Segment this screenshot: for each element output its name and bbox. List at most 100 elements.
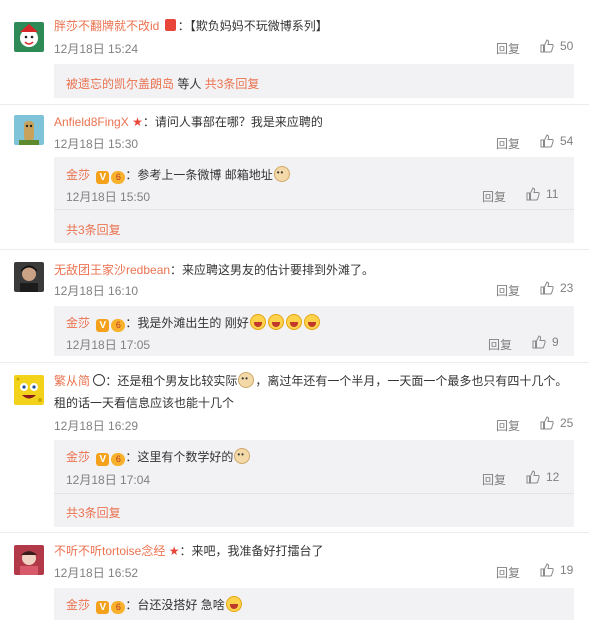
comment-time: 12月18日 15:24 xyxy=(54,42,139,56)
reply-button[interactable]: 回复 xyxy=(496,282,520,299)
reply-button[interactable]: 回复 xyxy=(496,40,520,57)
divider xyxy=(0,104,589,105)
more-replies-box: 被遗忘的凯尔盖朗岛 等人 共3条回复 xyxy=(54,64,574,98)
reply-count-link[interactable]: 共3条回复 xyxy=(66,504,121,521)
comment-text: ：来吧，我准备好打擂台了 xyxy=(179,544,324,558)
comment-line: 不听不听tortoise念经 ★：来吧，我准备好打擂台了 xyxy=(54,542,323,559)
v-badge-icon: V xyxy=(96,171,110,184)
like-button[interactable]: 50 xyxy=(540,39,573,53)
like-count: 19 xyxy=(560,563,574,577)
level-badge-icon: 6 xyxy=(111,601,126,614)
level-badge-icon: 6 xyxy=(111,453,126,466)
reply-username-link[interactable]: 金莎 xyxy=(66,316,90,330)
laugh-emoji-icon xyxy=(267,314,284,330)
reply-line: 金莎 V 6 ：台还没搭好 急啥 xyxy=(66,596,243,614)
like-button[interactable]: 12 xyxy=(526,470,559,484)
avatar[interactable] xyxy=(14,545,44,575)
thumbs-up-icon xyxy=(540,39,554,53)
thumbs-up-icon xyxy=(540,281,554,295)
reply-time: 12月18日 15:50 xyxy=(66,190,151,204)
thumbs-up-icon xyxy=(540,563,554,577)
comment-time: 12月18日 15:30 xyxy=(54,137,139,151)
reply-box: 金莎 V 6 ：台还没搭好 急啥 xyxy=(54,588,574,620)
reply-button[interactable]: 回复 xyxy=(496,135,520,152)
divider xyxy=(54,493,574,494)
reply-user-link[interactable]: 被遗忘的凯尔盖朗岛 xyxy=(66,77,174,91)
laugh-emoji-icon xyxy=(225,596,242,612)
comment-text: ：【欺负妈妈不玩微博系列】 xyxy=(177,19,328,33)
comment-line: Anfield8FingX ★：请问人事部在哪？我是来应聘的 xyxy=(54,113,323,130)
comment-time: 12月18日 16:52 xyxy=(54,566,139,580)
like-count: 50 xyxy=(560,39,574,53)
comment-time: 12月18日 16:29 xyxy=(54,419,139,433)
v-badge-icon: V xyxy=(96,453,110,466)
divider xyxy=(0,249,589,250)
laugh-emoji-icon xyxy=(285,314,302,330)
like-button[interactable]: 19 xyxy=(540,563,573,577)
comment-time: 12月18日 16:10 xyxy=(54,284,139,298)
username-link[interactable]: 胖莎不翻牌就不改id xyxy=(54,19,159,33)
thumbs-up-icon xyxy=(540,134,554,148)
username-link[interactable]: 无敌团王家沙redbean xyxy=(54,263,170,277)
reply-username-link[interactable]: 金莎 xyxy=(66,598,90,612)
comment-text: ：请问人事部在哪？我是来应聘的 xyxy=(142,115,323,129)
reply-count-link[interactable]: 共3条回复 xyxy=(66,221,121,238)
username-link[interactable]: Anfield8FingX xyxy=(54,115,129,129)
like-button[interactable]: 11 xyxy=(526,187,558,201)
doge-emoji-icon xyxy=(234,448,251,464)
reply-line: 金莎 V 6 ：参考上一条微博 邮箱地址 xyxy=(66,166,291,184)
comment-line: 无敌团王家沙redbean：来应聘这男友的估计要排到外滩了。 xyxy=(54,261,374,278)
reply-count-link[interactable]: 共3条回复 xyxy=(205,77,260,91)
v-badge-icon: V xyxy=(96,319,110,332)
reply-text: ：台还没搭好 急啥 xyxy=(125,598,225,612)
like-count: 12 xyxy=(546,470,560,484)
avatar[interactable] xyxy=(14,115,44,145)
like-count: 54 xyxy=(560,134,574,148)
panda-icon xyxy=(93,374,106,386)
thumbs-up-icon xyxy=(526,187,540,201)
reply-text: ：参考上一条微博 邮箱地址 xyxy=(125,168,273,182)
laugh-emoji-icon xyxy=(303,314,320,330)
reply-username-link[interactable]: 金莎 xyxy=(66,168,90,182)
doge-emoji-icon xyxy=(273,166,290,182)
laugh-emoji-icon xyxy=(249,314,266,330)
reply-button[interactable]: 回复 xyxy=(496,564,520,581)
like-count: 25 xyxy=(560,416,574,430)
red-star-icon: ★ xyxy=(132,115,143,129)
thumbs-up-icon xyxy=(532,335,546,349)
reply-button[interactable]: 回复 xyxy=(496,417,520,434)
comment-text-continued: 租的话一天看信息应该也能十几个 xyxy=(54,396,235,410)
like-button[interactable]: 9 xyxy=(532,335,559,349)
level-badge-icon: 6 xyxy=(111,319,126,332)
comment-line: 胖莎不翻牌就不改id ：【欺负妈妈不玩微博系列】 xyxy=(54,17,328,34)
reply-button[interactable]: 回复 xyxy=(482,188,506,205)
reply-button[interactable]: 回复 xyxy=(482,471,506,488)
reply-line: 金莎 V 6 ：这里有个数学好的 xyxy=(66,448,251,466)
username-link[interactable]: 不听不听tortoise念经 xyxy=(54,544,165,558)
thumbs-up-icon xyxy=(526,470,540,484)
like-count: 11 xyxy=(546,187,559,201)
thumbs-up-icon xyxy=(540,416,554,430)
more-replies-link[interactable]: 被遗忘的凯尔盖朗岛 等人 共3条回复 xyxy=(66,75,259,92)
reply-line: 金莎 V 6 ：我是外滩出生的 刚好 xyxy=(66,314,321,332)
reply-time: 12月18日 17:04 xyxy=(66,473,151,487)
comment-line: 繁从简 ：还是租个男友比较实际 ，离过年还有一个半月，一天面一个最多也只有四十几个… xyxy=(54,372,567,389)
reply-username-link[interactable]: 金莎 xyxy=(66,450,90,464)
like-button[interactable]: 25 xyxy=(540,416,573,430)
avatar[interactable] xyxy=(14,22,44,52)
username-link[interactable]: 繁从简 xyxy=(54,374,90,388)
like-button[interactable]: 54 xyxy=(540,134,573,148)
comment-text: ：来应聘这男友的估计要排到外滩了。 xyxy=(170,263,375,277)
doge-emoji-icon xyxy=(238,372,255,388)
reply-text: ：这里有个数学好的 xyxy=(125,450,234,464)
reply-box: 金莎 V 6 ：我是外滩出生的 刚好 12月18日 17:05 回复 9 xyxy=(54,306,574,356)
more-replies-mid: 等人 xyxy=(174,77,205,91)
avatar[interactable] xyxy=(14,262,44,292)
reply-text: ：我是外滩出生的 刚好 xyxy=(125,316,249,330)
red-star-icon: ★ xyxy=(168,544,180,558)
like-button[interactable]: 23 xyxy=(540,281,573,295)
like-count: 9 xyxy=(552,335,559,349)
comment-text: ：还是租个男友比较实际 xyxy=(105,374,238,388)
avatar[interactable] xyxy=(14,375,44,405)
reply-button[interactable]: 回复 xyxy=(488,336,512,353)
